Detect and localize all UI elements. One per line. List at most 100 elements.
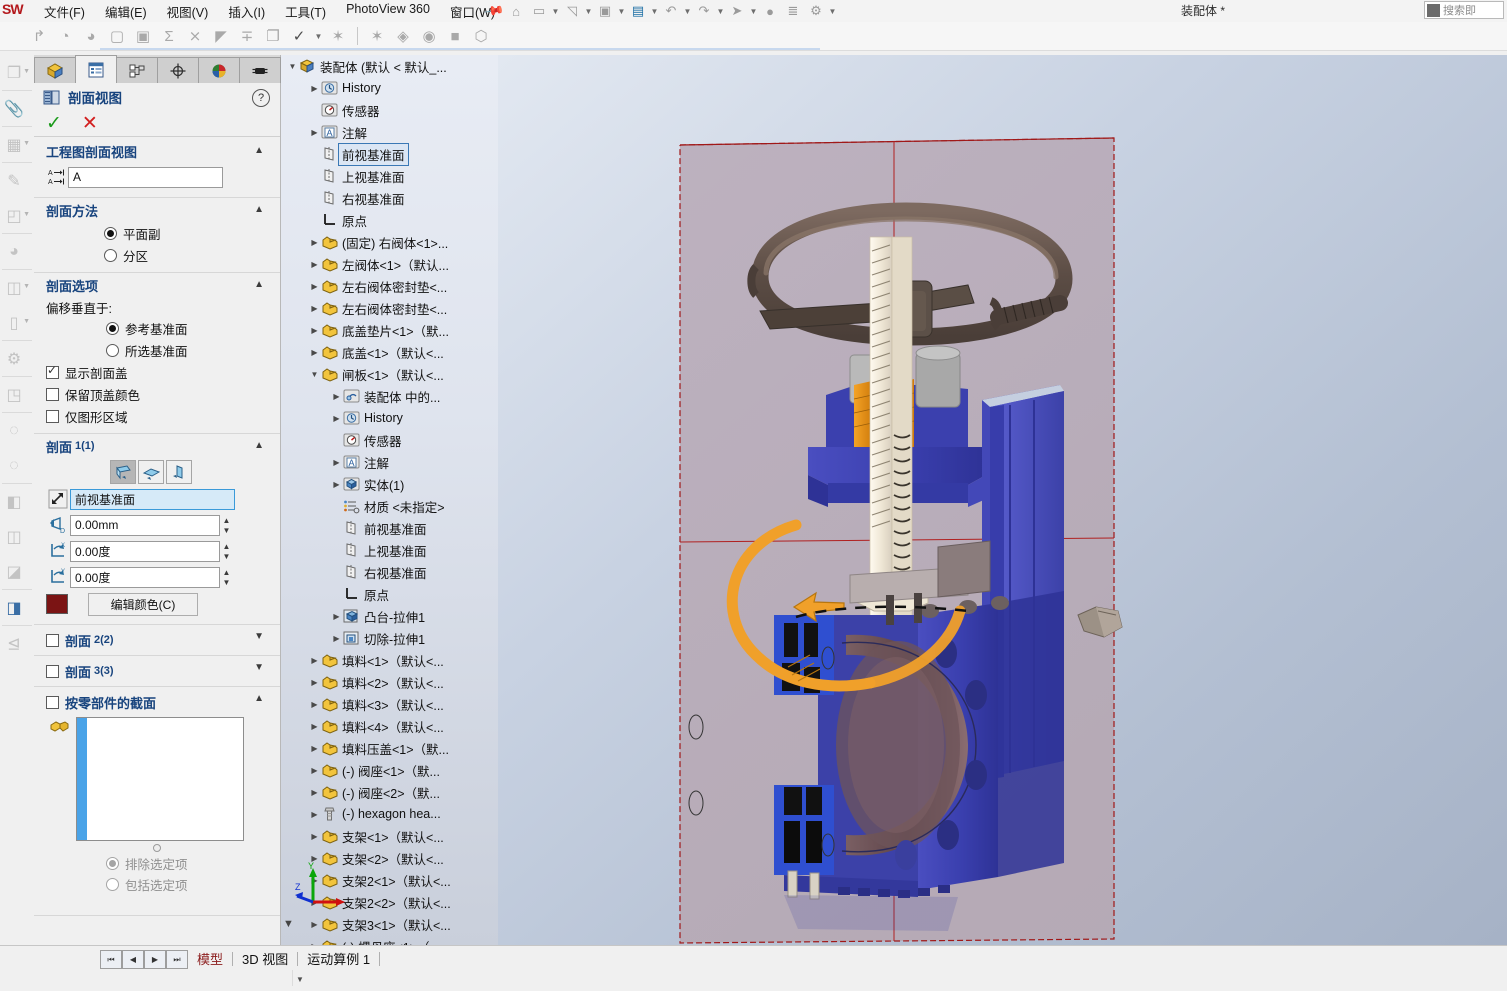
exclude-selected-row[interactable]: 排除选定项 — [34, 853, 280, 874]
menu-tools[interactable]: 工具(T) — [285, 2, 326, 21]
tree-item[interactable]: ▶ 装配体 中的... — [281, 385, 498, 407]
nav-prev-button[interactable]: ◀ — [122, 950, 144, 969]
section-view-icon[interactable]: ◨ — [0, 590, 34, 625]
checkbox-keep-color[interactable] — [46, 387, 59, 401]
tree-expand-arrow-icon[interactable]: ▶ — [309, 238, 320, 247]
plane-toggle-front[interactable] — [110, 460, 136, 484]
rotate-y-stepper[interactable]: ▲ ▼ — [220, 567, 233, 588]
checkbox-graphics-only[interactable]: 仅图形区域 — [34, 405, 280, 427]
section2-header[interactable]: 剖面 2(2) ▼ — [34, 625, 280, 655]
collapse-chevron-icon[interactable]: ▲ — [254, 440, 264, 451]
reference-plane-input[interactable]: 前视基准面 — [70, 488, 235, 510]
tree-item[interactable]: ▶ (-) hexagon hea... — [281, 803, 498, 825]
checkbox-keep-cap-color[interactable]: 保留顶盖颜色 — [34, 383, 280, 405]
settings-gear-icon[interactable]: ⚙ — [805, 1, 827, 21]
bill-of-materials-icon[interactable]: ◌ — [0, 448, 34, 483]
approve-icon[interactable]: ◉ — [418, 25, 440, 47]
checkbox-graphics-area-only[interactable] — [46, 409, 59, 423]
plane-toggle-right[interactable] — [166, 460, 192, 484]
tree-item[interactable]: ▼ 装配体 (默认 < 默认_... — [281, 55, 498, 77]
tree-item[interactable]: 原点 — [281, 209, 498, 231]
reference-geometry-icon[interactable]: ▯ ▼ — [0, 305, 34, 340]
tree-expand-arrow-icon[interactable]: ▶ — [309, 304, 320, 313]
geometry-analysis-icon[interactable]: ⬡ — [470, 25, 492, 47]
tree-expand-arrow-icon[interactable]: ▶ — [309, 744, 320, 753]
cancel-button[interactable]: ✕ — [82, 112, 98, 135]
expand-chevron-icon[interactable]: ▼ — [254, 662, 264, 673]
tree-item[interactable]: ▶ 凸台-拉伸1 — [281, 605, 498, 627]
checkbox-section2[interactable] — [46, 633, 59, 647]
property-manager-tab[interactable] — [75, 55, 117, 83]
checkbox-section3[interactable] — [46, 664, 59, 678]
tree-item[interactable]: ▶ 填料压盖<1>（默... — [281, 737, 498, 759]
collapse-chevron-icon[interactable]: ▲ — [254, 145, 264, 156]
tree-item[interactable]: ▶ (-) 阀座<2>（默... — [281, 781, 498, 803]
tree-expand-arrow-icon[interactable]: ▶ — [331, 414, 342, 423]
deviation-analysis-icon[interactable]: ◈ — [392, 25, 414, 47]
section-name-input[interactable]: A — [68, 166, 223, 188]
refgeom-caret-icon[interactable]: ▼ — [23, 318, 30, 325]
rotate-x-stepper[interactable]: ▲ ▼ — [220, 541, 233, 562]
check-caret-icon[interactable]: ▼ — [314, 32, 323, 41]
radio-zonal[interactable] — [104, 248, 117, 262]
model-scene[interactable] — [498, 55, 1507, 945]
tree-expand-arrow-icon[interactable]: ▶ — [331, 634, 342, 643]
collapse-chevron-icon[interactable]: ▲ — [254, 693, 264, 704]
tree-item[interactable]: ▶ 实体(1) — [281, 473, 498, 495]
tab-motion-study[interactable]: 运动算例 1 — [298, 949, 379, 968]
update-speedpak-icon[interactable]: ◧ — [0, 484, 34, 519]
tree-item[interactable]: 右视基准面 — [281, 187, 498, 209]
tree-item[interactable]: ▶ History — [281, 77, 498, 99]
tree-expand-arrow-icon[interactable]: ▶ — [309, 920, 320, 929]
tree-expand-arrow-icon[interactable]: ▶ — [309, 282, 320, 291]
nav-last-button[interactable]: ⏭ — [166, 950, 188, 969]
tab-model[interactable]: 模型 — [188, 949, 232, 968]
hole-series-icon[interactable]: ◫ — [0, 519, 34, 554]
search-box[interactable]: 搜索即 — [1424, 1, 1504, 19]
tree-expand-arrow-icon[interactable]: ▶ — [309, 128, 320, 137]
menu-view[interactable]: 视图(V) — [167, 2, 209, 21]
curve-icon[interactable]: ⊴ — [0, 626, 34, 661]
tree-item[interactable]: 传感器 — [281, 99, 498, 121]
home-icon[interactable]: ⌂ — [505, 1, 527, 21]
dimxpert-manager-tab[interactable] — [157, 57, 199, 83]
assembly-features-icon[interactable]: ◫ ▼ — [0, 270, 34, 305]
tree-item[interactable]: ▶ 填料<1>（默认<... — [281, 649, 498, 671]
configuration-manager-tab[interactable] — [116, 57, 158, 83]
menu-insert[interactable]: 插入(I) — [228, 2, 265, 21]
tree-item[interactable]: 材质 <未指定> — [281, 495, 498, 517]
tree-collapse-arrow-icon[interactable]: ▼ — [287, 62, 298, 71]
select-caret-icon[interactable]: ▼ — [749, 7, 758, 16]
exploded-view-icon[interactable]: ◳ — [0, 377, 34, 412]
measure-icon[interactable]: ◔ — [54, 25, 76, 47]
edit-color-button[interactable]: 编辑颜色(C) — [88, 592, 198, 616]
mass-properties-icon[interactable]: ◕ — [80, 25, 102, 47]
tree-item[interactable]: ▶ 支架<1>（默认<... — [281, 825, 498, 847]
collapse-chevron-icon[interactable]: ▲ — [254, 279, 264, 290]
method-radio-zonal[interactable]: 分区 — [34, 244, 280, 266]
scroll-down-arrow-icon[interactable]: ▼ — [293, 972, 307, 986]
tree-item[interactable]: 原点 — [281, 583, 498, 605]
undo-icon[interactable]: ↶ — [660, 1, 682, 21]
tree-expand-arrow-icon[interactable]: ▶ — [309, 766, 320, 775]
menu-photoview360[interactable]: PhotoView 360 — [346, 2, 430, 21]
linear-component-pattern-icon[interactable]: ▦ ▼ — [0, 127, 34, 162]
pattern-caret-icon[interactable]: ▼ — [23, 140, 30, 147]
include-selected-row[interactable]: 包括选定项 — [34, 874, 280, 895]
tree-item[interactable]: ▶ A 注解 — [281, 451, 498, 473]
tree-item[interactable]: 上视基准面 — [281, 539, 498, 561]
open-document-icon[interactable]: ◹ — [561, 1, 583, 21]
interference-detection-icon[interactable]: ▢ — [106, 25, 128, 47]
save-caret-icon[interactable]: ▼ — [650, 7, 659, 16]
checkbox-show-section-cap[interactable]: 显示剖面盖 — [34, 361, 280, 383]
print-preview-icon[interactable]: ▣ — [594, 1, 616, 21]
tab-3dviews[interactable]: 3D 视图 — [233, 949, 297, 968]
simulation-icon[interactable]: ✶ — [327, 25, 349, 47]
offset-radio-reference[interactable]: 参考基准面 — [34, 317, 280, 339]
undo-caret-icon[interactable]: ▼ — [683, 7, 692, 16]
tree-item[interactable]: 前视基准面 — [281, 517, 498, 539]
tree-item[interactable]: ▶ 底盖<1>（默认<... — [281, 341, 498, 363]
plane-toggle-top[interactable] — [138, 460, 164, 484]
layers-icon[interactable]: ■ — [444, 25, 466, 47]
nav-first-button[interactable]: ⏮ — [100, 950, 122, 969]
